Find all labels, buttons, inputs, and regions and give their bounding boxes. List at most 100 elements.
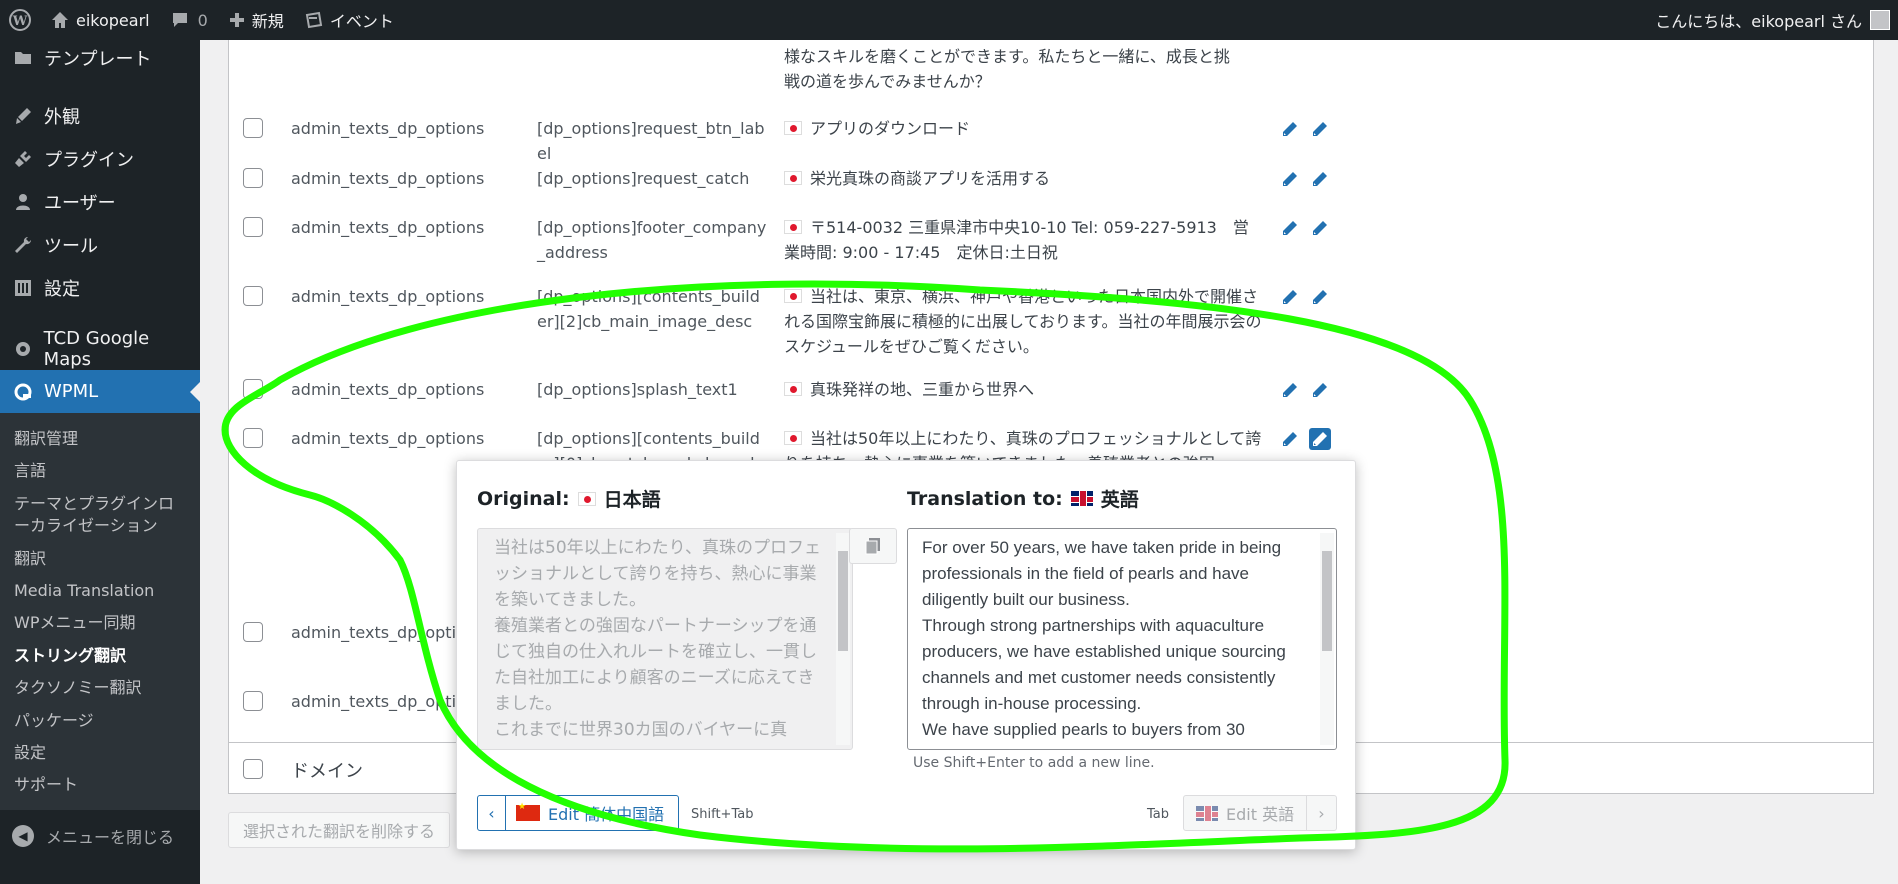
row-checkbox[interactable] xyxy=(243,428,263,448)
edit-pencil-icon[interactable] xyxy=(1279,428,1301,450)
submenu-item[interactable]: 言語 xyxy=(0,455,200,487)
event-link[interactable]: イベント xyxy=(294,0,404,40)
scrollbar[interactable] xyxy=(836,533,850,745)
edit-pencil-icon[interactable] xyxy=(1279,118,1301,140)
copy-original-button[interactable] xyxy=(849,528,897,564)
sidebar-item-wpml[interactable]: WPML xyxy=(0,370,200,413)
value-line: 戦の道を歩んでみませんか？ xyxy=(784,72,991,91)
translate-pencil-icon[interactable] xyxy=(1309,379,1331,401)
string-value: 〒514-0032 三重県津市中央10-10 Tel: 059-227-5913… xyxy=(784,215,1264,265)
submenu-item[interactable]: 翻訳管理 xyxy=(0,423,200,455)
comment-bubble-icon xyxy=(172,13,187,27)
row-checkbox[interactable] xyxy=(243,622,263,642)
string-value-text: 〒514-0032 三重県津市中央10-10 Tel: 059-227-5913… xyxy=(784,218,1249,262)
submenu-item[interactable]: パッケージ xyxy=(0,705,200,737)
row-checkbox[interactable] xyxy=(243,379,263,399)
row-checkbox[interactable] xyxy=(243,286,263,306)
china-flag-icon xyxy=(516,802,540,821)
translate-pencil-icon[interactable] xyxy=(1309,217,1331,239)
edit-next-language-button[interactable]: Edit 英語 › xyxy=(1183,795,1337,831)
admin-bar: W eikopearl 0 新規 イベント こんにちは、eikopearl さん xyxy=(0,0,1898,40)
new-content-link[interactable]: 新規 xyxy=(218,0,294,40)
submenu-item-current[interactable]: ストリング翻訳 xyxy=(0,640,200,672)
sidebar-item-plugins[interactable]: プラグイン xyxy=(0,137,200,180)
delete-selected-button[interactable]: 選択された翻訳を削除する xyxy=(228,812,450,848)
scrollbar-thumb[interactable] xyxy=(1322,551,1332,651)
translation-textarea[interactable]: For over 50 years, we have taken pride i… xyxy=(907,528,1337,750)
japan-flag-icon xyxy=(784,382,802,396)
my-account-link[interactable]: こんにちは、eikopearl さん xyxy=(1645,0,1898,40)
edit-previous-language-button[interactable]: ‹ Edit 簡体中国語 xyxy=(477,795,679,831)
string-value-text: 真珠発祥の地、三重から世界へ xyxy=(810,380,1035,399)
row-checkbox[interactable] xyxy=(243,217,263,237)
edit-pencil-icon[interactable] xyxy=(1279,168,1301,190)
string-name: [dp_options]request_catch xyxy=(537,169,750,188)
translate-pencil-icon[interactable] xyxy=(1309,428,1331,450)
next-button-label: Edit 英語 xyxy=(1226,805,1295,824)
appearance-brush-icon xyxy=(12,105,34,127)
scrollbar-thumb[interactable] xyxy=(838,551,848,651)
new-label: 新規 xyxy=(251,12,284,31)
sidebar-item-appearance[interactable]: 外観 xyxy=(0,94,200,137)
submenu-item[interactable]: WPメニュー同期 xyxy=(0,607,200,639)
submenu-item[interactable]: テーマとプラグインローカライゼーション xyxy=(0,488,200,543)
row-checkbox[interactable] xyxy=(243,691,263,711)
gear-icon xyxy=(12,338,34,360)
sidebar-item-users[interactable]: ユーザー xyxy=(0,180,200,223)
submenu-item[interactable]: 翻訳 xyxy=(0,543,200,575)
sidebar-item-label: WPML xyxy=(44,381,99,402)
wpml-submenu: 翻訳管理 言語 テーマとプラグインローカライゼーション 翻訳 Media Tra… xyxy=(0,413,200,810)
submenu-item[interactable]: サポート xyxy=(0,769,200,801)
scrollbar[interactable] xyxy=(1320,533,1334,745)
submenu-item[interactable]: タクソノミー翻訳 xyxy=(0,672,200,704)
uk-flag-icon xyxy=(1070,491,1093,506)
edit-pencil-icon[interactable] xyxy=(1279,217,1301,239)
prev-shortcut: Shift+Tab xyxy=(691,807,754,822)
users-icon xyxy=(12,191,34,213)
string-context: admin_texts_dp_options xyxy=(291,119,485,138)
sidebar-item-settings[interactable]: 設定 xyxy=(0,266,200,309)
string-value-text: 栄光真珠の商談アプリを活用する xyxy=(810,169,1051,188)
admin-sidebar: テンプレート 外観 プラグイン ユーザー ツール 設定 TCD Google M… xyxy=(0,40,200,884)
japan-flag-icon xyxy=(784,171,802,185)
string-value-text: アプリのダウンロード xyxy=(810,119,971,138)
row-checkbox[interactable] xyxy=(243,118,263,138)
sidebar-item-label: ツール xyxy=(44,235,98,257)
collapse-label: メニューを閉じる xyxy=(46,827,175,847)
original-header: Original: 日本語 xyxy=(477,485,661,512)
tools-wrench-icon xyxy=(12,234,34,256)
string-name: [dp_options]footer_company_address xyxy=(537,218,767,262)
sidebar-item-label: ユーザー xyxy=(44,192,116,214)
submenu-item[interactable]: Media Translation xyxy=(0,575,200,607)
string-name: [dp_options]splash_text1 xyxy=(537,380,738,399)
domain-column-label: ドメイン xyxy=(291,761,363,782)
sidebar-item-tools[interactable]: ツール xyxy=(0,223,200,266)
sidebar-item-template[interactable]: テンプレート xyxy=(0,40,200,76)
chevron-right-icon: › xyxy=(1306,796,1336,830)
translate-pencil-icon[interactable] xyxy=(1309,168,1331,190)
collapse-menu-button[interactable]: ◀ メニューを閉じる xyxy=(0,810,200,862)
uk-flag-icon xyxy=(1196,805,1218,821)
string-value: アプリのダウンロード xyxy=(784,116,1264,141)
site-name-link[interactable]: eikopearl xyxy=(40,0,160,40)
translation-language: 英語 xyxy=(1100,489,1139,511)
row-checkbox[interactable] xyxy=(243,168,263,188)
string-context: admin_texts_dp_options xyxy=(291,429,485,448)
wordpress-logo-icon[interactable]: W xyxy=(0,0,40,40)
translate-pencil-icon[interactable] xyxy=(1309,118,1331,140)
sidebar-item-tcd-google-maps[interactable]: TCD Google Maps xyxy=(0,327,200,370)
original-language: 日本語 xyxy=(603,489,661,511)
translate-pencil-icon[interactable] xyxy=(1309,286,1331,308)
home-icon xyxy=(52,12,68,28)
submenu-item[interactable]: 設定 xyxy=(0,737,200,769)
value-fragment: 様なスキルを磨くことができます。私たちと一緒に、成長と挑 戦の道を歩んでみません… xyxy=(784,44,1264,94)
copy-icon xyxy=(865,538,880,555)
japan-flag-icon xyxy=(784,121,802,135)
select-all-checkbox[interactable] xyxy=(243,759,263,779)
value-line: 様なスキルを磨くことができます。私たちと一緒に、成長と挑 xyxy=(784,47,1230,66)
string-value: 当社は、東京、横浜、神戸や香港といった日本国内外で開催される国際宝飾展に積極的に… xyxy=(784,284,1264,359)
edit-pencil-icon[interactable] xyxy=(1279,379,1301,401)
comments-link[interactable]: 0 xyxy=(160,0,218,40)
edit-pencil-icon[interactable] xyxy=(1279,286,1301,308)
string-value-text: 当社は、東京、横浜、神戸や香港といった日本国内外で開催される国際宝飾展に積極的に… xyxy=(784,287,1262,356)
